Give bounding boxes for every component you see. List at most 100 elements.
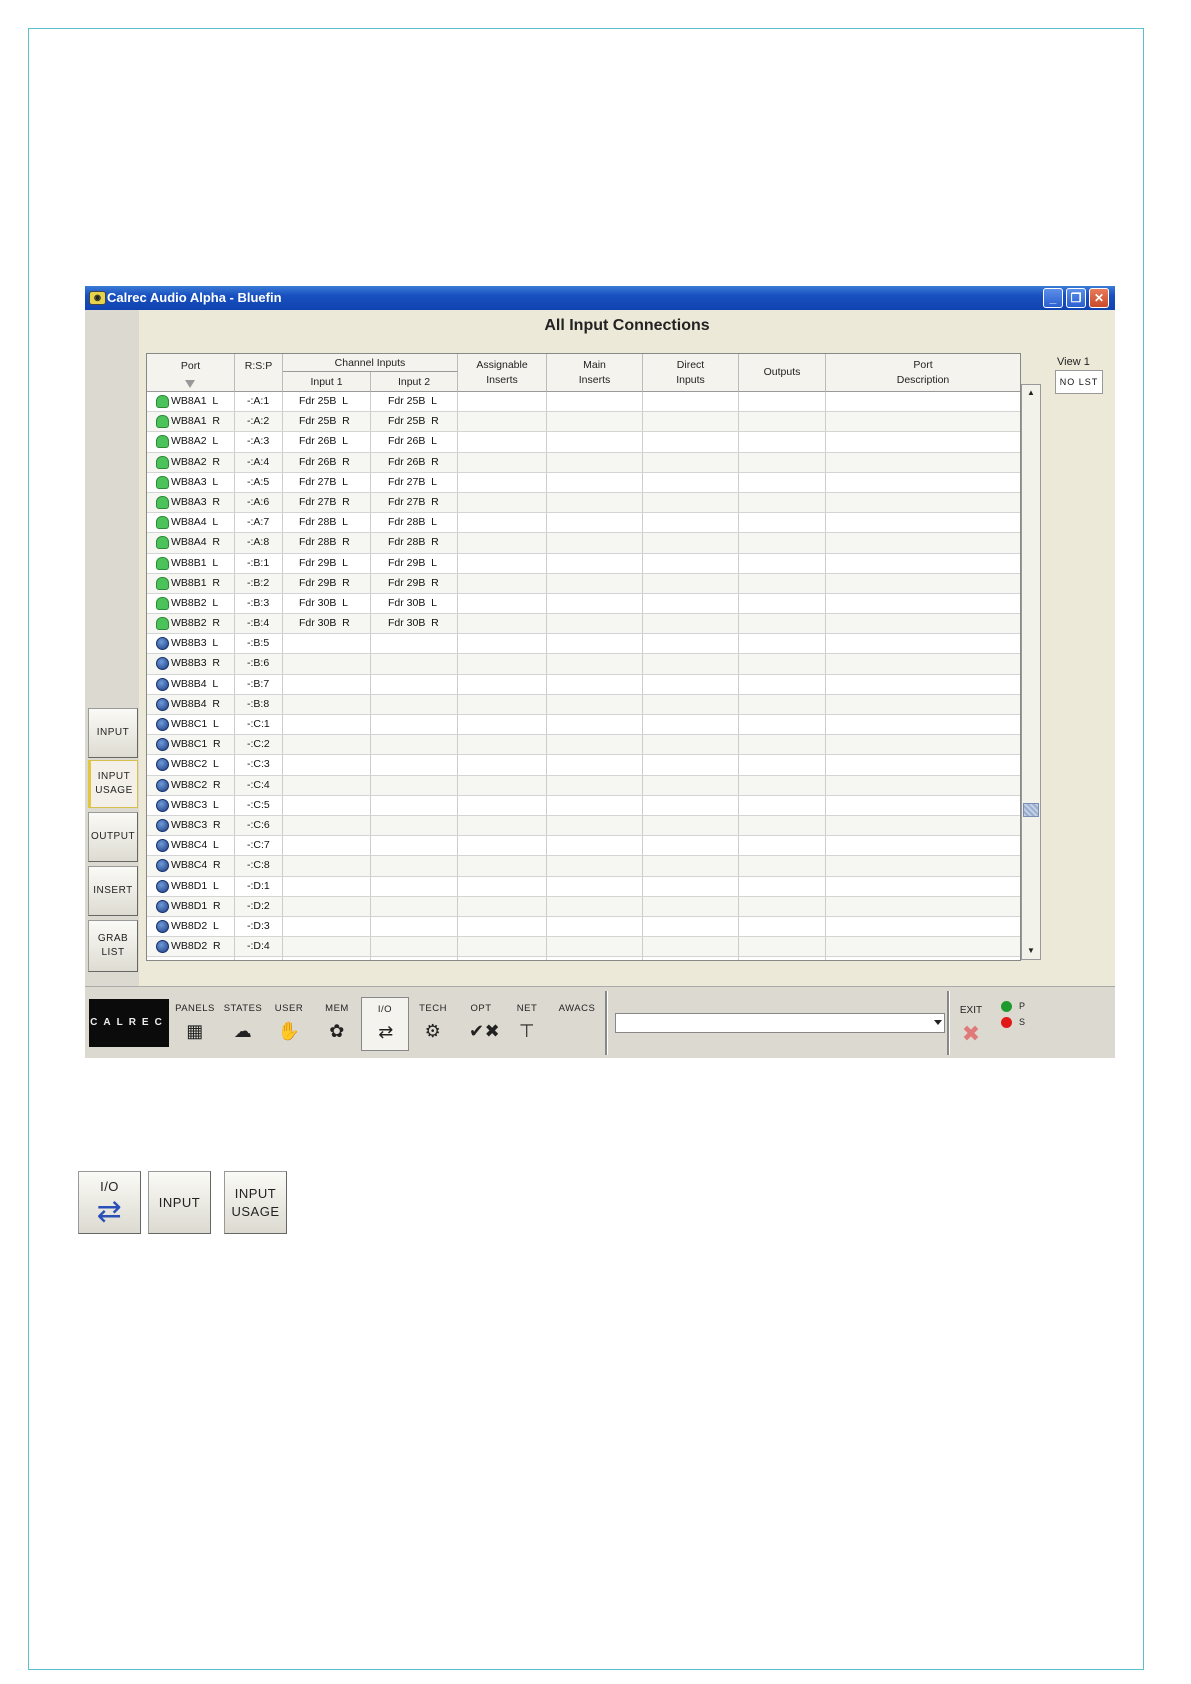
cell-direct-inputs[interactable]: [643, 472, 739, 492]
cell-input-2[interactable]: [371, 795, 458, 815]
toolbar-net-button[interactable]: NET ⊤: [503, 997, 551, 1051]
cell-rsp[interactable]: -:B:2: [235, 573, 283, 593]
cell-outputs[interactable]: [739, 432, 826, 452]
cell-port-description[interactable]: [826, 493, 1020, 512]
toolbar-tech-button[interactable]: TECH ⚙: [409, 997, 457, 1051]
cell-direct-inputs[interactable]: [643, 412, 739, 432]
cell-input-2[interactable]: Fdr 28B L: [371, 513, 458, 533]
cell-main-inserts[interactable]: [547, 795, 643, 815]
cell-input-1[interactable]: Fdr 29B R: [283, 573, 371, 593]
cell-port-description[interactable]: [826, 937, 1020, 956]
cell-input-1[interactable]: [283, 694, 371, 714]
toolbar-awacs-button[interactable]: AWACS: [553, 997, 601, 1051]
cell-input-1[interactable]: Fdr 26B L: [283, 432, 371, 452]
cell-port[interactable]: WB8D2 L: [147, 916, 235, 937]
cell-main-inserts[interactable]: [547, 432, 643, 452]
cell-assignable-inserts[interactable]: [458, 472, 547, 492]
cell-input-1[interactable]: [283, 937, 371, 957]
cell-direct-inputs[interactable]: [643, 735, 739, 755]
cell-outputs[interactable]: [739, 937, 826, 957]
cell-main-inserts[interactable]: [547, 634, 643, 654]
cell-outputs[interactable]: [739, 614, 826, 634]
cell-main-inserts[interactable]: [547, 836, 643, 856]
cell-input-1[interactable]: [283, 815, 371, 836]
cell-port-description[interactable]: [826, 796, 1020, 815]
cell-outputs[interactable]: [739, 735, 826, 755]
cell-assignable-inserts[interactable]: [458, 452, 547, 472]
cell-port-description[interactable]: [826, 432, 1020, 451]
cell-direct-inputs[interactable]: [643, 634, 739, 654]
cell-assignable-inserts[interactable]: [458, 876, 547, 896]
cell-input-1[interactable]: [283, 856, 371, 876]
cell-main-inserts[interactable]: [547, 593, 643, 614]
cell-direct-inputs[interactable]: [643, 916, 739, 937]
cell-direct-inputs[interactable]: [643, 836, 739, 856]
cell-assignable-inserts[interactable]: [458, 614, 547, 634]
cell-main-inserts[interactable]: [547, 715, 643, 735]
cell-direct-inputs[interactable]: [643, 856, 739, 876]
cell-port[interactable]: WB8C2 R: [147, 775, 235, 795]
toolbar-states-button[interactable]: STATES ☁: [219, 997, 267, 1051]
cell-port[interactable]: WB8C3 R: [147, 815, 235, 836]
cell-assignable-inserts[interactable]: [458, 735, 547, 755]
cell-input-1[interactable]: [283, 715, 371, 735]
cell-assignable-inserts[interactable]: [458, 392, 547, 412]
cell-port-description[interactable]: [826, 574, 1020, 593]
cell-port-description[interactable]: [826, 695, 1020, 714]
cell-port-description[interactable]: [826, 735, 1020, 754]
cell-rsp[interactable]: -:D:3: [235, 916, 283, 937]
cell-port[interactable]: WB8B3 R: [147, 654, 235, 674]
cell-input-1[interactable]: Fdr 26B R: [283, 452, 371, 472]
table-row[interactable]: WB8D2 R -:D:4: [147, 937, 1020, 958]
cell-main-inserts[interactable]: [547, 694, 643, 714]
cell-port[interactable]: WB8A4 R: [147, 533, 235, 553]
cell-direct-inputs[interactable]: [643, 876, 739, 896]
cell-direct-inputs[interactable]: [643, 553, 739, 573]
cell-port-description[interactable]: [826, 533, 1020, 552]
cell-input-1[interactable]: Fdr 25B R: [283, 412, 371, 432]
cell-rsp[interactable]: -:B:4: [235, 614, 283, 634]
header-port-description[interactable]: Port Description: [826, 354, 1020, 392]
cell-assignable-inserts[interactable]: [458, 896, 547, 916]
cell-main-inserts[interactable]: [547, 533, 643, 553]
header-outputs[interactable]: Outputs: [739, 354, 826, 392]
cell-outputs[interactable]: [739, 856, 826, 876]
input-legend-button[interactable]: INPUT: [148, 1171, 211, 1234]
cell-input-1[interactable]: [283, 916, 371, 937]
vertical-scrollbar[interactable]: ▲ ▼: [1021, 384, 1041, 960]
cell-port[interactable]: WB8D1 L: [147, 876, 235, 896]
cell-direct-inputs[interactable]: [643, 533, 739, 553]
cell-direct-inputs[interactable]: [643, 593, 739, 614]
table-row[interactable]: WB8A1 L -:A:1 Fdr 25B L Fdr 25B L: [147, 392, 1020, 413]
cell-main-inserts[interactable]: [547, 492, 643, 513]
cell-input-2[interactable]: [371, 634, 458, 654]
cell-input-1[interactable]: [283, 735, 371, 755]
cell-direct-inputs[interactable]: [643, 694, 739, 714]
cell-rsp[interactable]: -:B:5: [235, 634, 283, 654]
cell-outputs[interactable]: [739, 916, 826, 937]
cell-rsp[interactable]: -:A:7: [235, 513, 283, 533]
cell-main-inserts[interactable]: [547, 674, 643, 694]
cell-port[interactable]: WB8B2 R: [147, 614, 235, 634]
table-row[interactable]: WB8B4 R -:B:8: [147, 694, 1020, 715]
cell-port[interactable]: WB8C1 R: [147, 735, 235, 755]
cell-input-1[interactable]: Fdr 28B L: [283, 513, 371, 533]
cell-input-1[interactable]: [283, 634, 371, 654]
cell-input-1[interactable]: [283, 795, 371, 815]
table-row[interactable]: WB8D3 L-:D:5: [147, 957, 1020, 960]
output-button[interactable]: OUTPUT: [88, 812, 138, 862]
cell-assignable-inserts[interactable]: [458, 715, 547, 735]
cell-main-inserts[interactable]: [547, 573, 643, 593]
cell-port[interactable]: WB8C4 L: [147, 836, 235, 856]
cell-main-inserts[interactable]: [547, 775, 643, 795]
title-bar[interactable]: ◉ Calrec Audio Alpha - Bluefin _ ❐ ✕: [85, 286, 1115, 310]
header-input-2[interactable]: Input 2: [371, 372, 458, 392]
cell-port[interactable]: WB8B1 R: [147, 573, 235, 593]
cell-outputs[interactable]: [739, 654, 826, 674]
cell-outputs[interactable]: [739, 694, 826, 714]
cell-port-description[interactable]: [826, 392, 1020, 411]
grab-list-button[interactable]: GRAB LIST: [88, 920, 138, 972]
cell-rsp[interactable]: -:C:2: [235, 735, 283, 755]
cell-input-1[interactable]: Fdr 29B L: [283, 553, 371, 573]
cell-input-1[interactable]: Fdr 28B R: [283, 533, 371, 553]
